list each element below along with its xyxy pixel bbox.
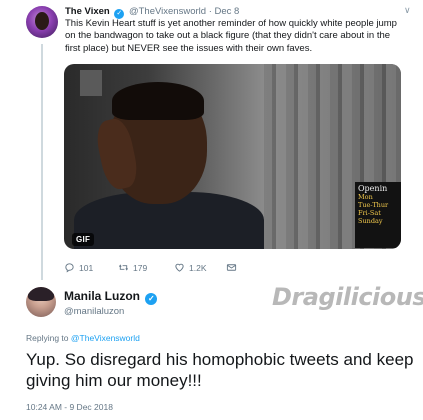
tweet2-header: Manila Luzon ✓ bbox=[64, 289, 159, 305]
chevron-down-icon[interactable]: ∨ bbox=[404, 5, 411, 16]
retweet-icon bbox=[118, 264, 129, 271]
reply-button[interactable]: 101 bbox=[64, 262, 93, 273]
tweet1-date[interactable]: Dec 8 bbox=[215, 6, 240, 17]
heart-icon bbox=[175, 263, 184, 272]
replying-to-label: Replying to bbox=[26, 333, 69, 343]
verified-badge-icon: ✓ bbox=[145, 293, 158, 305]
thread-line bbox=[41, 44, 43, 280]
sign-line: Fri-Sat bbox=[358, 209, 381, 217]
sign-line: Sunday bbox=[358, 217, 383, 225]
tweet2-display-name[interactable]: Manila Luzon bbox=[64, 289, 140, 303]
direct-message-button[interactable] bbox=[226, 262, 237, 273]
person-hair bbox=[112, 82, 204, 120]
like-button[interactable]: 1.2K bbox=[174, 262, 207, 273]
tweet1-display-name[interactable]: The Vixen bbox=[65, 6, 110, 17]
replying-to-handle-link[interactable]: @TheVixensworld bbox=[71, 333, 140, 343]
sign-line: Tue-Thur bbox=[358, 201, 389, 209]
reply-count: 101 bbox=[79, 262, 94, 273]
sign-line: Openin bbox=[358, 184, 388, 193]
like-count: 1.2K bbox=[189, 262, 207, 273]
replying-to: Replying to @TheVixensworld bbox=[26, 333, 140, 343]
avatar-the-vixen[interactable] bbox=[26, 6, 58, 38]
sign-line: Mon bbox=[358, 193, 373, 201]
tweet2-timestamp[interactable]: 10:24 AM - 9 Dec 2018 bbox=[26, 402, 113, 412]
tweet1-text: This Kevin Heart stuff is yet another re… bbox=[65, 18, 397, 54]
retweet-button[interactable]: 179 bbox=[118, 262, 147, 273]
retweet-count: 179 bbox=[133, 262, 148, 273]
avatar-manila-luzon[interactable] bbox=[26, 287, 56, 317]
background-poster bbox=[80, 70, 102, 96]
tweet2-text: Yup. So disregard his homophobic tweets … bbox=[26, 350, 414, 390]
tweet1-handle[interactable]: @TheVixensworld bbox=[129, 6, 206, 17]
watermark-logo: Dragilicious bbox=[272, 283, 423, 311]
separator-dot: · bbox=[208, 6, 212, 17]
gif-badge: GIF bbox=[72, 233, 95, 246]
envelope-icon bbox=[226, 264, 237, 271]
window-sign: Openin Mon Tue-Thur Fri-Sat Sunday bbox=[355, 182, 401, 248]
tweet1-media-gif[interactable]: Openin Mon Tue-Thur Fri-Sat Sunday bbox=[64, 64, 401, 249]
tweet2-handle[interactable]: @manilaluzon bbox=[64, 306, 124, 317]
reply-icon bbox=[65, 263, 74, 273]
